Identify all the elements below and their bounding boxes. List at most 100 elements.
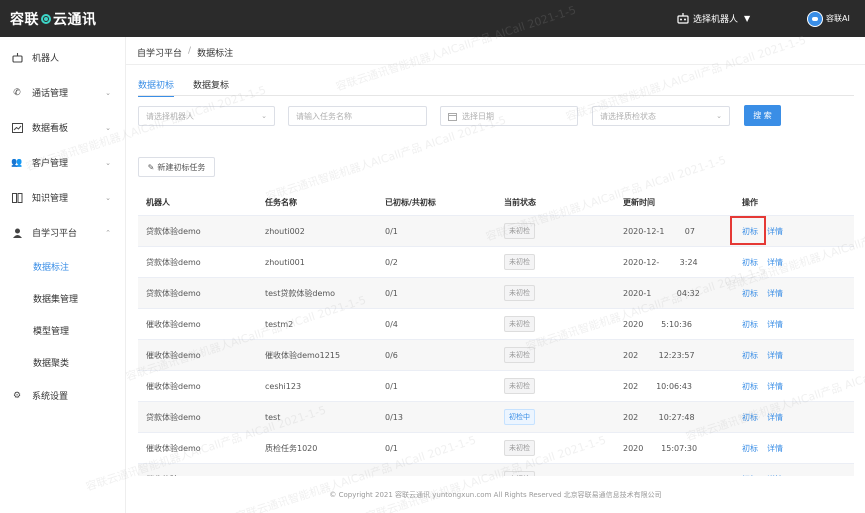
search-button[interactable]: 搜 索 xyxy=(744,105,781,126)
status-badge: 未初检 xyxy=(504,316,535,332)
logo-ring-icon xyxy=(41,13,51,24)
cell-robot: 催收体验demo xyxy=(146,319,201,329)
chevron-down-icon: ⌄ xyxy=(105,123,111,132)
divider xyxy=(138,95,854,96)
detail-link[interactable]: 详情 xyxy=(767,381,783,392)
sidebar-subitem-dataset[interactable]: 数据集管理 xyxy=(0,282,125,314)
learning-icon xyxy=(11,227,23,239)
cell-time: 2020 15:07:30 xyxy=(623,443,698,453)
book-icon xyxy=(11,192,23,204)
sidebar-item-label: 知识管理 xyxy=(32,194,69,204)
cell-status: 未初检 xyxy=(497,316,616,332)
breadcrumb: 自学习平台 / 数据标注 xyxy=(137,46,233,59)
cell-time: 202 12:23:57 xyxy=(623,350,695,360)
chevron-down-icon: ⌄ xyxy=(105,158,111,167)
sidebar-subitem-clustering[interactable]: 数据聚类 xyxy=(0,346,125,378)
task-name-placeholder: 请输入任务名称 xyxy=(296,111,352,121)
app-logo[interactable]: 容联 云通讯 xyxy=(10,9,97,29)
new-task-button[interactable]: ✎ 新建初标任务 xyxy=(138,157,215,177)
cell-robot: 贷款体验demo xyxy=(146,226,201,236)
chevron-up-icon: ⌃ xyxy=(105,228,111,237)
cell-actions: 初标详情 xyxy=(735,443,854,454)
breadcrumb-separator: / xyxy=(188,46,192,56)
cell-progress: 0/1 xyxy=(385,443,398,453)
cell-robot: 催收体验demo xyxy=(146,443,201,453)
cell-task: 催收体验demo1215 xyxy=(265,350,341,360)
status-filter-select[interactable]: 请选择质检状态 ⌄ xyxy=(592,106,730,126)
robot-selector[interactable]: 选择机器人 ▼ xyxy=(677,0,750,37)
cell-actions: 初标详情 xyxy=(735,381,854,392)
cell-robot: 催收体验demo xyxy=(146,381,201,391)
status-filter-placeholder: 请选择质检状态 xyxy=(600,111,656,121)
sidebar-subitem-model[interactable]: 模型管理 xyxy=(0,314,125,346)
cell-progress: 0/1 xyxy=(385,226,398,236)
highlight-box xyxy=(730,216,766,245)
table-row: 贷款体验demo test 0/13 初检中 202 10:27:48 初标 详情 xyxy=(138,402,854,433)
cell-status: 未初检 xyxy=(497,254,616,270)
detail-link[interactable]: 详情 xyxy=(767,257,783,268)
sidebar-item-settings[interactable]: ⚙ 系统设置 xyxy=(0,378,125,413)
cell-task: zhouti001 xyxy=(265,257,305,267)
robot-icon xyxy=(677,13,689,24)
column-header: 机器人 xyxy=(146,197,170,207)
sidebar-item-label: 客户管理 xyxy=(32,159,69,169)
mark-link[interactable]: 初标 xyxy=(742,257,758,268)
table-header: 机器人 任务名称 已初标/共初标 当前状态 更新时间 操作 xyxy=(138,189,854,216)
detail-link[interactable]: 详情 xyxy=(767,350,783,361)
detail-link[interactable]: 详情 xyxy=(767,443,783,454)
account-name: 容联AI xyxy=(826,14,850,23)
status-badge: 初检中 xyxy=(504,409,535,425)
cell-time: 2020-12- 3:24 xyxy=(623,257,698,267)
divider xyxy=(126,64,865,65)
status-badge: 未初检 xyxy=(504,254,535,270)
cell-robot: 催收体验demo xyxy=(146,350,201,360)
mark-link[interactable]: 初标 xyxy=(742,288,758,299)
cell-time: 2020-1 04:32 xyxy=(623,288,700,298)
cell-status: 未初检 xyxy=(497,347,616,363)
detail-link[interactable]: 详情 xyxy=(767,288,783,299)
account-menu[interactable]: 容联AI xyxy=(807,0,850,37)
calendar-icon xyxy=(448,112,457,121)
cell-task: 质检任务1020 xyxy=(265,443,318,453)
breadcrumb-root[interactable]: 自学习平台 xyxy=(137,46,182,59)
mark-link[interactable]: 初标 xyxy=(742,319,758,330)
status-badge: 未初检 xyxy=(504,440,535,456)
sidebar-item-calls[interactable]: ✆ 通话管理 ⌄ xyxy=(0,75,125,110)
cell-task: test xyxy=(265,412,281,422)
mark-link[interactable]: 初标 xyxy=(742,412,758,423)
sidebar-item-knowledge[interactable]: 知识管理 ⌄ xyxy=(0,180,125,215)
cell-status: 初检中 xyxy=(497,409,616,425)
task-name-input[interactable]: 请输入任务名称 xyxy=(288,106,427,126)
sidebar-item-dashboard[interactable]: 数据看板 ⌄ xyxy=(0,110,125,145)
chevron-down-icon: ⌄ xyxy=(261,112,267,120)
cell-time: 2020-12-1 07 xyxy=(623,226,695,236)
new-task-label: 新建初标任务 xyxy=(157,162,206,172)
mark-link[interactable]: 初标 xyxy=(742,443,758,454)
chevron-down-icon: ⌄ xyxy=(105,193,111,202)
chart-board-icon xyxy=(11,122,23,134)
mark-link[interactable]: 初标 xyxy=(742,350,758,361)
date-picker[interactable]: 选择日期 xyxy=(440,106,578,126)
cell-progress: 0/6 xyxy=(385,350,398,360)
cell-actions: 初标详情 xyxy=(735,350,854,361)
sidebar-item-learning[interactable]: 自学习平台 ⌃ xyxy=(0,215,125,250)
detail-link[interactable]: 详情 xyxy=(767,226,783,237)
chevron-down-icon: ⌄ xyxy=(105,88,111,97)
cell-progress: 0/1 xyxy=(385,381,398,391)
logo-text-part1: 容联 xyxy=(10,11,39,28)
detail-link[interactable]: 详情 xyxy=(767,412,783,423)
sidebar: 机器人 ✆ 通话管理 ⌄ 数据看板 ⌄ 👥 客户管理 ⌄ 知识管理 ⌄ 自学习平… xyxy=(0,37,126,513)
table-row: 催收体验demo testm2 0/4 未初检 2020 5:10:36 初标 详情 xyxy=(138,309,854,340)
sidebar-item-customers[interactable]: 👥 客户管理 ⌄ xyxy=(0,145,125,180)
robot-filter-select[interactable]: 请选择机器人 ⌄ xyxy=(138,106,275,126)
mark-link[interactable]: 初标 xyxy=(742,381,758,392)
detail-link[interactable]: 详情 xyxy=(767,319,783,330)
caret-down-icon: ▼ xyxy=(744,14,751,23)
settings-icon: ⚙ xyxy=(12,390,22,401)
cell-time: 202 10:06:43 xyxy=(623,381,692,391)
top-bar: 容联 云通讯 选择机器人 ▼ 容联AI xyxy=(0,0,865,37)
sidebar-item-robot[interactable]: 机器人 xyxy=(0,40,125,75)
cell-status: 未初检 xyxy=(497,378,616,394)
table-row: 催收体验demo 质检任务1020 0/1 未初检 2020 15:07:30 初标 详情 xyxy=(138,433,854,464)
sidebar-subitem-data-annotation[interactable]: 数据标注 xyxy=(0,250,125,282)
